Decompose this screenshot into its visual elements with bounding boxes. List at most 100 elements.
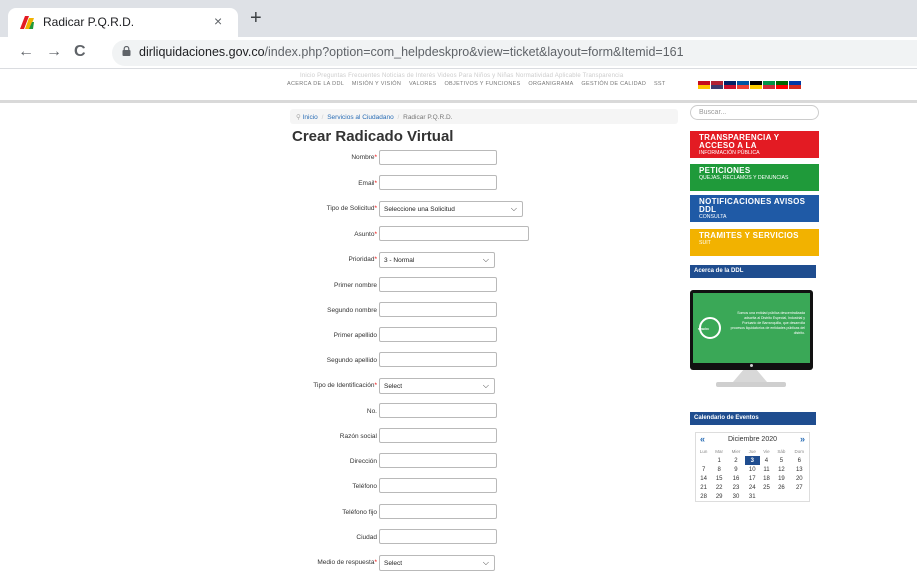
notificaciones-banner[interactable]: NOTIFICACIONES AVISOS DDL CONSULTA: [690, 195, 819, 222]
menu-item-objetivos[interactable]: OBJETIVOS Y FUNCIONES: [444, 81, 520, 87]
menu-item-acerca[interactable]: ACERCA DE LA DDL: [287, 81, 344, 87]
segundo-apellido-label: Segundo apellido: [326, 357, 377, 364]
telefono-input[interactable]: [379, 478, 497, 493]
calendar-day-header: Vie: [763, 449, 770, 454]
calendar-day[interactable]: 28: [696, 492, 711, 501]
segundo-nombre-input[interactable]: [379, 302, 497, 317]
calendar-day[interactable]: 4: [760, 456, 774, 465]
calendar-day[interactable]: 14: [696, 474, 711, 483]
about-widget-header: Acerca de la DDL: [690, 265, 816, 278]
language-flags: [698, 81, 801, 89]
url-text: dirliquidaciones.gov.co/index.php?option…: [139, 45, 684, 59]
mission-badge-label: MISIÓN: [698, 327, 709, 331]
menu-item-valores[interactable]: VALORES: [409, 81, 437, 87]
calendar-next-icon[interactable]: »: [800, 434, 805, 444]
italian-flag[interactable]: [763, 81, 775, 89]
calendar-day[interactable]: 27: [790, 483, 809, 492]
calendar-day[interactable]: 19: [773, 474, 789, 483]
forward-icon[interactable]: →: [46, 43, 62, 61]
site-favicon-icon: [20, 16, 34, 29]
transparencia-banner[interactable]: TRANSPARENCIA Y ACCESO A LA INFORMACIÓN P…: [690, 131, 819, 158]
calendar-day[interactable]: 13: [790, 465, 809, 474]
primer-apellido-input[interactable]: [379, 327, 497, 342]
tipo-identificacion-label: Tipo de Identificación*: [313, 382, 377, 389]
calendar-day[interactable]: 17: [745, 474, 760, 483]
tab-title: Radicar P.Q.R.D.: [43, 15, 135, 29]
calendar-day[interactable]: 9: [727, 465, 745, 474]
calendar-day[interactable]: 24: [745, 483, 760, 492]
calendar-day-header: Jue: [748, 449, 756, 454]
calendar-day[interactable]: 26: [773, 483, 789, 492]
calendar-day[interactable]: 5: [773, 456, 789, 465]
calendar-day[interactable]: 7: [696, 465, 711, 474]
calendar-day[interactable]: 16: [727, 474, 745, 483]
calendar-day[interactable]: 29: [711, 492, 727, 501]
calendar-day[interactable]: 1: [711, 456, 727, 465]
calendar-day[interactable]: 11: [760, 465, 774, 474]
medio-respuesta-select[interactable]: Select ⌵: [379, 555, 495, 571]
calendar-day[interactable]: 20: [790, 474, 809, 483]
calendar-day[interactable]: 2: [727, 456, 745, 465]
search-input[interactable]: Buscar...: [690, 105, 819, 120]
medio-respuesta-label: Medio de respuesta*: [317, 559, 377, 566]
razon-social-input[interactable]: [379, 428, 497, 443]
calendar-day[interactable]: 23: [727, 483, 745, 492]
primer-nombre-input[interactable]: [379, 277, 497, 292]
site-header: Inicio Preguntas Frecuentes Noticias de …: [0, 69, 917, 103]
calendar-day[interactable]: 12: [773, 465, 789, 474]
menu-item-calidad[interactable]: GESTIÓN DE CALIDAD: [581, 81, 646, 87]
location-pin-icon: ⚲: [296, 114, 303, 121]
calendar-day[interactable]: 21: [696, 483, 711, 492]
razon-social-label: Razón social: [339, 433, 377, 440]
direccion-input[interactable]: [379, 453, 497, 468]
calendar-day[interactable]: 25: [760, 483, 774, 492]
reload-icon[interactable]: C: [74, 43, 86, 61]
english-us-flag[interactable]: [711, 81, 723, 89]
breadcrumb-section-link[interactable]: Servicios al Ciudadano: [327, 114, 393, 121]
ciudad-label: Ciudad: [356, 534, 377, 541]
tipo-identificacion-select[interactable]: Select ⌵: [379, 378, 495, 394]
tramites-banner[interactable]: TRAMITES Y SERVICIOS SUIT: [690, 229, 819, 256]
telefono-label: Teléfono: [352, 483, 377, 490]
segundo-apellido-input[interactable]: [379, 352, 497, 367]
close-tab-icon[interactable]: ×: [214, 13, 222, 29]
top-menu[interactable]: Inicio Preguntas Frecuentes Noticias de …: [300, 73, 623, 79]
calendar-day[interactable]: 6: [790, 456, 809, 465]
monitor-base: [716, 382, 786, 387]
calendar-day: [790, 492, 809, 501]
back-icon[interactable]: ←: [18, 43, 34, 61]
telefono-fijo-input[interactable]: [379, 504, 497, 519]
french-flag[interactable]: [737, 81, 749, 89]
asunto-input[interactable]: [379, 226, 529, 241]
calendar-day[interactable]: 8: [711, 465, 727, 474]
nombre-input[interactable]: [379, 150, 497, 165]
breadcrumb-home-link[interactable]: Inicio: [303, 114, 318, 121]
email-input[interactable]: [379, 175, 497, 190]
menu-item-organigrama[interactable]: ORGANIGRAMA: [528, 81, 573, 87]
calendar-day[interactable]: 31: [745, 492, 760, 501]
new-tab-button[interactable]: +: [250, 8, 262, 28]
primer-nombre-label: Primer nombre: [334, 282, 377, 289]
calendar-day[interactable]: 30: [727, 492, 745, 501]
german-flag[interactable]: [750, 81, 762, 89]
calendar-day[interactable]: 3: [744, 456, 760, 465]
english-uk-flag[interactable]: [724, 81, 736, 89]
portuguese-flag[interactable]: [776, 81, 788, 89]
prioridad-select[interactable]: 3 - Normal ⌵: [379, 252, 495, 268]
russian-flag[interactable]: [789, 81, 801, 89]
peticiones-banner[interactable]: PETICIONES QUEJAS, RECLAMOS Y DENUNCIAS: [690, 164, 819, 191]
menu-item-mision[interactable]: MISIÓN Y VISIÓN: [352, 81, 401, 87]
calendar-day[interactable]: 10: [745, 465, 760, 474]
ciudad-input[interactable]: [379, 529, 497, 544]
spanish-flag[interactable]: [698, 81, 710, 89]
numero-label: No.: [366, 408, 377, 415]
numero-input[interactable]: [379, 403, 497, 418]
url-input[interactable]: dirliquidaciones.gov.co/index.php?option…: [112, 40, 917, 66]
calendar-prev-icon[interactable]: «: [700, 434, 705, 444]
calendar-day[interactable]: 15: [711, 474, 727, 483]
calendar-day[interactable]: 22: [711, 483, 727, 492]
browser-tab[interactable]: Radicar P.Q.R.D. ×: [8, 8, 238, 37]
tipo-solicitud-select[interactable]: Seleccione una Solicitud ⌵: [379, 201, 523, 217]
menu-item-sst[interactable]: SST: [654, 81, 666, 87]
calendar-day[interactable]: 18: [760, 474, 774, 483]
